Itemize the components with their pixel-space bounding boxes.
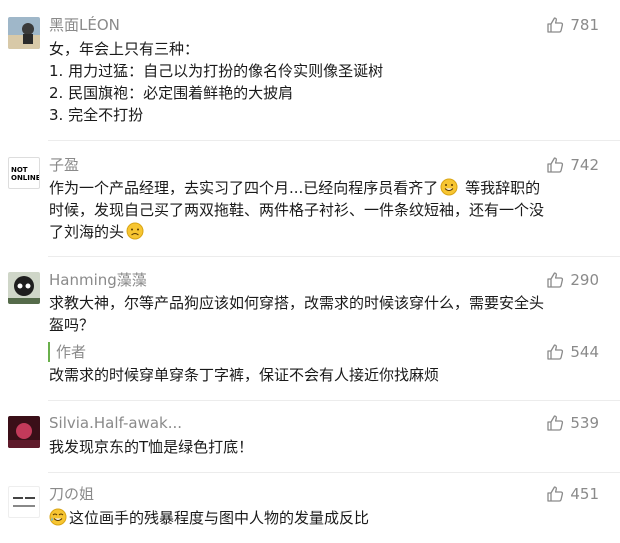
comment-text: 作为一个产品经理，去实习了四个月...已经向程序员看齐了 等我辞职的 时候，发现… bbox=[49, 178, 545, 241]
like-button[interactable]: 451 bbox=[546, 484, 599, 504]
comment-author[interactable]: 子盈 bbox=[49, 155, 79, 175]
avatar[interactable] bbox=[8, 272, 40, 304]
thumbs-up-icon bbox=[547, 486, 564, 502]
comment-text: 我发现京东的T恤是绿色打底！ bbox=[49, 438, 254, 456]
like-button[interactable]: 742 bbox=[546, 155, 599, 175]
divider bbox=[48, 400, 620, 401]
thumbs-up-icon bbox=[547, 157, 564, 173]
comment-list: 黑面LÉON 781 女，年会上只有三种： 1. 用力过猛：自己以为打扮的像名伶… bbox=[0, 0, 620, 543]
thumbs-up-icon bbox=[547, 17, 564, 33]
comment-author[interactable]: Hanming藻藻 bbox=[49, 270, 147, 290]
laugh-cry-emoji-icon bbox=[49, 508, 67, 526]
like-button[interactable]: 781 bbox=[546, 15, 599, 35]
like-count: 781 bbox=[570, 16, 599, 34]
divider bbox=[48, 472, 620, 473]
divider bbox=[48, 256, 620, 257]
thumbs-up-icon bbox=[547, 272, 564, 288]
like-count: 742 bbox=[570, 156, 599, 174]
divider bbox=[48, 140, 620, 141]
like-count: 290 bbox=[570, 271, 599, 289]
avatar[interactable] bbox=[8, 17, 40, 49]
like-button[interactable]: 539 bbox=[546, 413, 599, 433]
comment-author[interactable]: Silvia.Half-awak... bbox=[49, 413, 182, 433]
reply-text: 改需求的时候穿单穿条丁字裤，保证不会有人接近你找麻烦 bbox=[49, 366, 440, 384]
like-button[interactable]: 544 bbox=[546, 342, 599, 362]
avatar[interactable]: NOT ONLINE bbox=[8, 157, 40, 189]
comment-author[interactable]: 刀の姐 bbox=[49, 484, 94, 504]
comment-author[interactable]: 黑面LÉON bbox=[49, 15, 120, 35]
comment-text: 这位画手的残暴程度与图中人物的发量成反比 bbox=[49, 507, 589, 529]
sad-emoji-icon bbox=[126, 222, 144, 240]
avatar[interactable] bbox=[8, 416, 40, 448]
grin-emoji-icon bbox=[440, 178, 458, 196]
like-count: 451 bbox=[570, 485, 599, 503]
author-reply-tag: 作者 bbox=[48, 342, 86, 362]
comment-text: 女，年会上只有三种： 1. 用力过猛：自己以为打扮的像名伶实则像圣诞树 2. 民… bbox=[49, 40, 384, 124]
avatar[interactable] bbox=[8, 486, 40, 518]
like-count: 539 bbox=[570, 414, 599, 432]
comment-text: 求教大神，尔等产品狗应该如何穿搭，改需求的时候该穿什么，需要安全头 盔吗？ bbox=[49, 294, 545, 334]
thumbs-up-icon bbox=[547, 344, 564, 360]
like-button[interactable]: 290 bbox=[546, 270, 599, 290]
like-count: 544 bbox=[570, 343, 599, 361]
thumbs-up-icon bbox=[547, 415, 564, 431]
